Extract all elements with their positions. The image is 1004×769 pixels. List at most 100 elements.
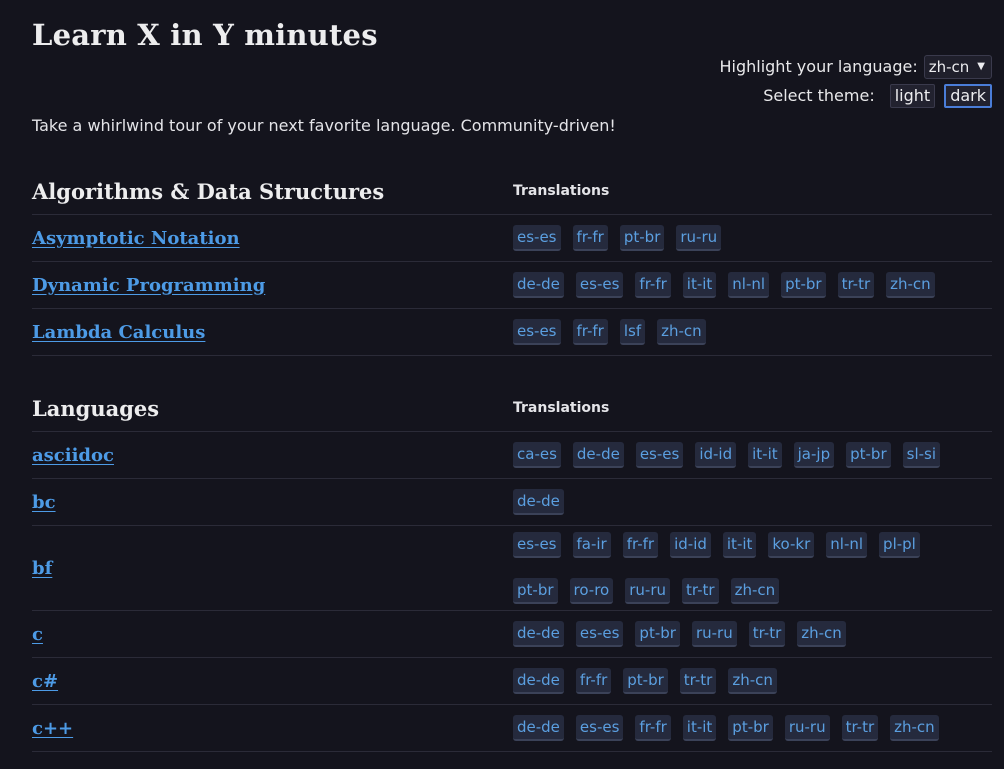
highlight-language-row: Highlight your language: zh-cn ▼ (719, 52, 992, 81)
translation-tag[interactable]: id-id (670, 532, 711, 558)
section-title: Languages (32, 395, 160, 421)
translation-tag[interactable]: fr-fr (635, 272, 671, 298)
translation-tag[interactable]: fr-fr (572, 319, 608, 345)
translation-tag[interactable]: nl-nl (728, 272, 770, 298)
theme-light-button[interactable]: light (889, 83, 936, 108)
translation-tag[interactable]: pt-br (781, 272, 826, 298)
translation-tags: es-es fr-fr pt-br ru-ru (513, 219, 983, 257)
translation-tag[interactable]: zh-cn (728, 668, 777, 694)
translation-tag[interactable]: de-de (513, 621, 564, 647)
language-row: c# de-de fr-fr pt-br tr-tr zh-cn (32, 658, 992, 705)
translation-tag[interactable]: pt-br (513, 578, 558, 604)
translation-tag[interactable]: de-de (513, 715, 564, 741)
translation-tag[interactable]: ja-jp (793, 442, 835, 468)
theme-row: Select theme: light dark (719, 81, 992, 110)
translation-tag[interactable]: de-de (513, 272, 564, 298)
chevron-down-icon: ▼ (977, 61, 985, 72)
translation-tags: es-es fr-fr lsf zh-cn (513, 313, 983, 351)
language-row: Asymptotic Notation es-es fr-fr pt-br ru-ru (32, 215, 992, 262)
translation-tag[interactable]: es-es (635, 442, 684, 468)
translation-tag[interactable]: lsf (619, 319, 646, 345)
site-title: Learn X in Y minutes (32, 18, 378, 52)
section-algorithms: Algorithms & Data Structures Translation… (32, 168, 992, 356)
translation-tag[interactable]: es-es (513, 319, 561, 345)
translation-tag[interactable]: it-it (682, 272, 717, 298)
translation-tag[interactable]: it-it (722, 532, 757, 558)
translation-tag[interactable]: pt-br (619, 225, 665, 251)
translation-tag[interactable]: ru-ru (784, 715, 830, 741)
translation-tag[interactable]: es-es (575, 272, 624, 298)
translation-tag[interactable]: fa-ir (572, 532, 611, 558)
translation-tag[interactable]: zh-cn (797, 621, 846, 647)
language-link[interactable]: bc (32, 492, 513, 513)
language-link[interactable]: bf (32, 558, 513, 579)
translation-tag[interactable]: it-it (748, 442, 782, 468)
translation-tags: de-de es-es fr-fr it-it nl-nl pt-br tr-tr zh-cn (513, 266, 983, 304)
translation-tag[interactable]: pt-br (635, 621, 680, 647)
language-link[interactable]: asciidoc (32, 445, 513, 466)
translation-tag[interactable]: fr-fr (622, 532, 659, 558)
translation-tag[interactable]: tr-tr (682, 578, 719, 604)
translation-tag[interactable]: pt-br (846, 442, 891, 468)
translations-header: Translations (513, 400, 610, 416)
translation-tag[interactable]: de-de (513, 489, 564, 515)
section-header: Algorithms & Data Structures Translation… (32, 168, 992, 215)
translation-tags: es-es fa-ir fr-fr id-id it-it ko-kr nl-nl pl-pl… (513, 526, 983, 610)
language-link[interactable]: c# (32, 671, 513, 692)
translation-tag[interactable]: zh-cn (890, 715, 939, 741)
translation-tags: de-de fr-fr pt-br tr-tr zh-cn (513, 662, 983, 700)
translation-tag[interactable]: pt-br (728, 715, 773, 741)
section-rows: asciidoc ca-es de-de es-es id-id it-it ja-jp pt… (32, 432, 992, 752)
page: Learn X in Y minutes Highlight your lang… (0, 0, 1004, 769)
section-rows: Asymptotic Notation es-es fr-fr pt-br ru-ru D… (32, 215, 992, 356)
translation-tag[interactable]: tr-tr (837, 272, 875, 298)
translation-tag[interactable]: tr-tr (841, 715, 879, 741)
language-link[interactable]: Dynamic Programming (32, 275, 513, 296)
translation-tag[interactable]: de-de (513, 668, 564, 694)
language-row: bc de-de (32, 479, 992, 526)
translation-tag[interactable]: fr-fr (635, 715, 671, 741)
translation-tag[interactable]: nl-nl (826, 532, 868, 558)
highlight-language-value: zh-cn (928, 57, 970, 76)
theme-dark-button[interactable]: dark (944, 83, 992, 108)
translation-tag[interactable]: zh-cn (730, 578, 780, 604)
translation-tag[interactable]: ru-ru (691, 621, 737, 647)
language-row: Lambda Calculus es-es fr-fr lsf zh-cn (32, 309, 992, 356)
translation-tag[interactable]: zh-cn (886, 272, 935, 298)
language-link[interactable]: c++ (32, 718, 513, 739)
language-row: bf es-es fa-ir fr-fr id-id it-it ko-kr nl-nl pl-… (32, 526, 992, 611)
section-title: Algorithms & Data Structures (32, 178, 385, 204)
translation-tag[interactable]: de-de (572, 442, 624, 468)
translation-tag[interactable]: es-es (513, 532, 561, 558)
translation-tag[interactable]: es-es (575, 715, 624, 741)
translation-tag[interactable]: tr-tr (748, 621, 786, 647)
section-header: Languages Translations (32, 385, 992, 432)
translation-tag[interactable]: id-id (695, 442, 737, 468)
translation-tag[interactable]: fr-fr (572, 225, 608, 251)
translation-tag[interactable]: tr-tr (679, 668, 717, 694)
translation-tag[interactable]: es-es (575, 621, 624, 647)
translation-tag[interactable]: ro-ro (569, 578, 614, 604)
highlight-language-label: Highlight your language: (719, 57, 918, 76)
translation-tag[interactable]: ca-es (513, 442, 561, 468)
tagline: Take a whirlwind tour of your next favor… (32, 116, 616, 135)
translation-tag[interactable]: ru-ru (676, 225, 722, 251)
translation-tag[interactable]: fr-fr (575, 668, 612, 694)
translation-tag[interactable]: ru-ru (625, 578, 671, 604)
language-link[interactable]: c (32, 624, 513, 645)
translation-tag[interactable]: zh-cn (657, 319, 706, 345)
section-languages: Languages Translations asciidoc ca-es de-d… (32, 385, 992, 752)
translation-tags: de-de (513, 483, 983, 521)
translation-tag[interactable]: pl-pl (879, 532, 920, 558)
highlight-language-select[interactable]: zh-cn ▼ (923, 54, 992, 79)
translation-tag[interactable]: it-it (682, 715, 717, 741)
translation-tag[interactable]: ko-kr (768, 532, 815, 558)
translation-tags: de-de es-es fr-fr it-it pt-br ru-ru tr-tr zh-cn (513, 709, 983, 747)
translation-tag[interactable]: sl-si (902, 442, 941, 468)
translation-tag[interactable]: pt-br (623, 668, 668, 694)
language-row: c++ de-de es-es fr-fr it-it pt-br ru-ru tr-tr zh… (32, 705, 992, 752)
translation-tag[interactable]: es-es (513, 225, 561, 251)
language-link[interactable]: Asymptotic Notation (32, 228, 513, 249)
language-link[interactable]: Lambda Calculus (32, 322, 513, 343)
translations-header: Translations (513, 183, 610, 199)
